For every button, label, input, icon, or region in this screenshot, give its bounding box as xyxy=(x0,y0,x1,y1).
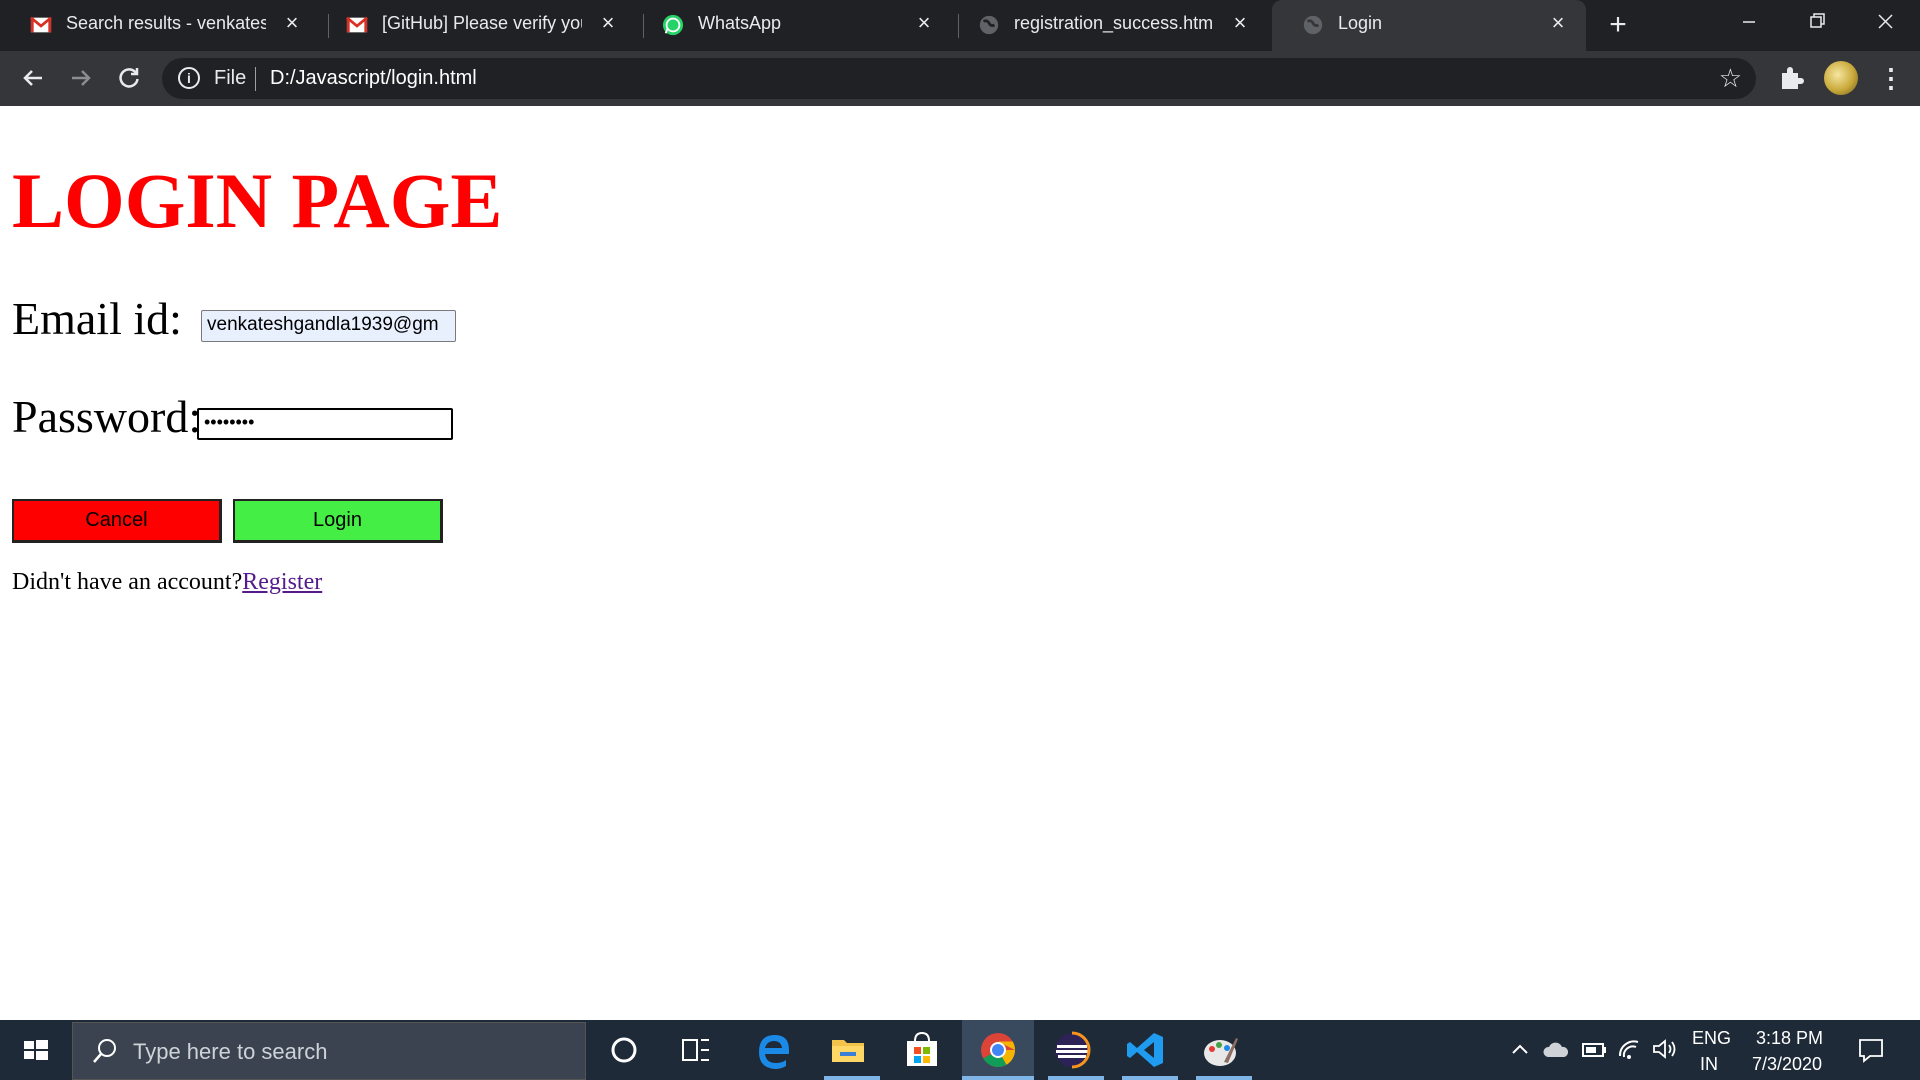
back-button[interactable] xyxy=(16,61,50,95)
eclipse-icon[interactable] xyxy=(1050,1028,1094,1072)
tab-title: Search results - venkateshg xyxy=(66,13,266,33)
file-explorer-icon[interactable] xyxy=(826,1028,870,1072)
tab-github-verify[interactable]: [GitHub] Please verify your × xyxy=(316,0,636,51)
forward-button[interactable] xyxy=(64,61,98,95)
reload-icon xyxy=(119,68,139,88)
windows-logo-icon xyxy=(24,1040,48,1060)
extensions-puzzle-icon[interactable] xyxy=(1776,63,1806,93)
volume-icon[interactable] xyxy=(1650,1036,1678,1062)
close-icon xyxy=(1878,14,1893,29)
gmail-icon xyxy=(346,16,368,33)
globe-icon xyxy=(979,15,999,35)
register-prompt: Didn't have an account?Register xyxy=(12,569,322,596)
cortana-icon[interactable] xyxy=(602,1028,646,1072)
onedrive-cloud-icon[interactable] xyxy=(1542,1038,1570,1062)
browser-tabstrip: Search results - venkateshg × [GitHub] P… xyxy=(0,0,1920,51)
login-button[interactable]: Login xyxy=(233,499,443,543)
wifi-icon[interactable] xyxy=(1616,1036,1644,1062)
tab-login[interactable]: Login × xyxy=(1272,0,1586,51)
task-view-icon[interactable] xyxy=(674,1028,718,1072)
paint-running-indicator xyxy=(1196,1076,1252,1080)
address-separator xyxy=(255,67,256,91)
clock-date[interactable]: 7/3/2020 xyxy=(1752,1054,1822,1075)
vscode-running-indicator xyxy=(1122,1076,1178,1080)
email-field[interactable]: venkateshgandla1939@gm xyxy=(201,310,456,342)
restore-icon xyxy=(1810,13,1825,28)
arrow-right-icon xyxy=(72,70,91,86)
clock-time[interactable]: 3:18 PM xyxy=(1756,1028,1823,1049)
browser-toolbar: i File D:/Javascript/login.html ☆ ⋮ xyxy=(0,51,1920,106)
tab-gmail-search[interactable]: Search results - venkateshg × xyxy=(0,0,320,51)
tab-title: registration_success.html?U xyxy=(1014,13,1214,33)
password-field[interactable]: •••••••• xyxy=(197,408,453,440)
tab-title: WhatsApp xyxy=(698,13,782,33)
language-indicator-line1[interactable]: ENG xyxy=(1692,1028,1731,1049)
language-indicator-line2[interactable]: IN xyxy=(1700,1054,1718,1075)
chrome-icon[interactable] xyxy=(976,1028,1020,1072)
address-bar[interactable]: i File D:/Javascript/login.html ☆ xyxy=(162,58,1756,99)
cancel-button[interactable]: Cancel xyxy=(12,499,222,543)
restore-button[interactable] xyxy=(1784,0,1850,44)
file-explorer-running-indicator xyxy=(824,1076,880,1080)
register-link[interactable]: Register xyxy=(242,569,322,595)
reload-button[interactable] xyxy=(112,61,146,95)
close-tab-icon[interactable]: × xyxy=(596,11,620,35)
tab-title: [GitHub] Please verify your xyxy=(382,13,582,33)
tab-whatsapp[interactable]: WhatsApp × xyxy=(632,0,952,51)
profile-avatar[interactable] xyxy=(1824,61,1858,95)
action-center-icon[interactable] xyxy=(1856,1036,1886,1064)
browser-menu-icon[interactable]: ⋮ xyxy=(1878,63,1904,93)
address-url[interactable]: D:/Javascript/login.html xyxy=(270,67,477,90)
bookmark-star-icon[interactable]: ☆ xyxy=(1719,63,1742,94)
search-icon xyxy=(93,1039,116,1063)
minimize-button[interactable] xyxy=(1716,0,1782,44)
page-title: LOGIN PAGE xyxy=(12,157,503,244)
page-content: LOGIN PAGE Email id: venkateshgandla1939… xyxy=(0,106,1920,1020)
chevron-up-icon[interactable] xyxy=(1508,1038,1532,1062)
close-tab-icon[interactable]: × xyxy=(280,11,304,35)
search-placeholder: Type here to search xyxy=(133,1039,328,1064)
paint-icon[interactable] xyxy=(1198,1028,1242,1072)
eclipse-running-indicator xyxy=(1048,1076,1104,1080)
info-icon[interactable]: i xyxy=(178,67,200,89)
password-label: Password: xyxy=(12,391,202,442)
gmail-icon xyxy=(30,16,52,33)
windows-taskbar: Type here to search ENG IN 3:18 PM 7/3/2… xyxy=(0,1020,1920,1080)
close-tab-icon[interactable]: × xyxy=(912,11,936,35)
new-tab-button[interactable]: + xyxy=(1602,10,1634,42)
globe-icon xyxy=(1303,15,1323,35)
store-icon[interactable] xyxy=(900,1028,944,1072)
chrome-running-indicator xyxy=(962,1076,1034,1080)
whatsapp-icon xyxy=(662,14,684,36)
close-window-button[interactable] xyxy=(1852,0,1918,44)
minimize-icon xyxy=(1743,21,1755,23)
edge-icon[interactable] xyxy=(752,1028,796,1072)
start-button[interactable] xyxy=(0,1020,72,1080)
email-label: Email id: xyxy=(12,293,182,344)
arrow-left-icon xyxy=(23,70,42,86)
close-tab-icon[interactable]: × xyxy=(1546,11,1570,35)
battery-icon[interactable] xyxy=(1580,1038,1608,1062)
close-tab-icon[interactable]: × xyxy=(1228,11,1252,35)
vscode-icon[interactable] xyxy=(1124,1028,1168,1072)
taskbar-search-box[interactable]: Type here to search xyxy=(72,1022,586,1080)
tab-title: Login xyxy=(1338,13,1383,33)
tab-registration-success[interactable]: registration_success.html?U × xyxy=(948,0,1268,51)
address-scheme-label: File xyxy=(214,67,247,89)
register-prompt-text: Didn't have an account? xyxy=(12,569,243,595)
